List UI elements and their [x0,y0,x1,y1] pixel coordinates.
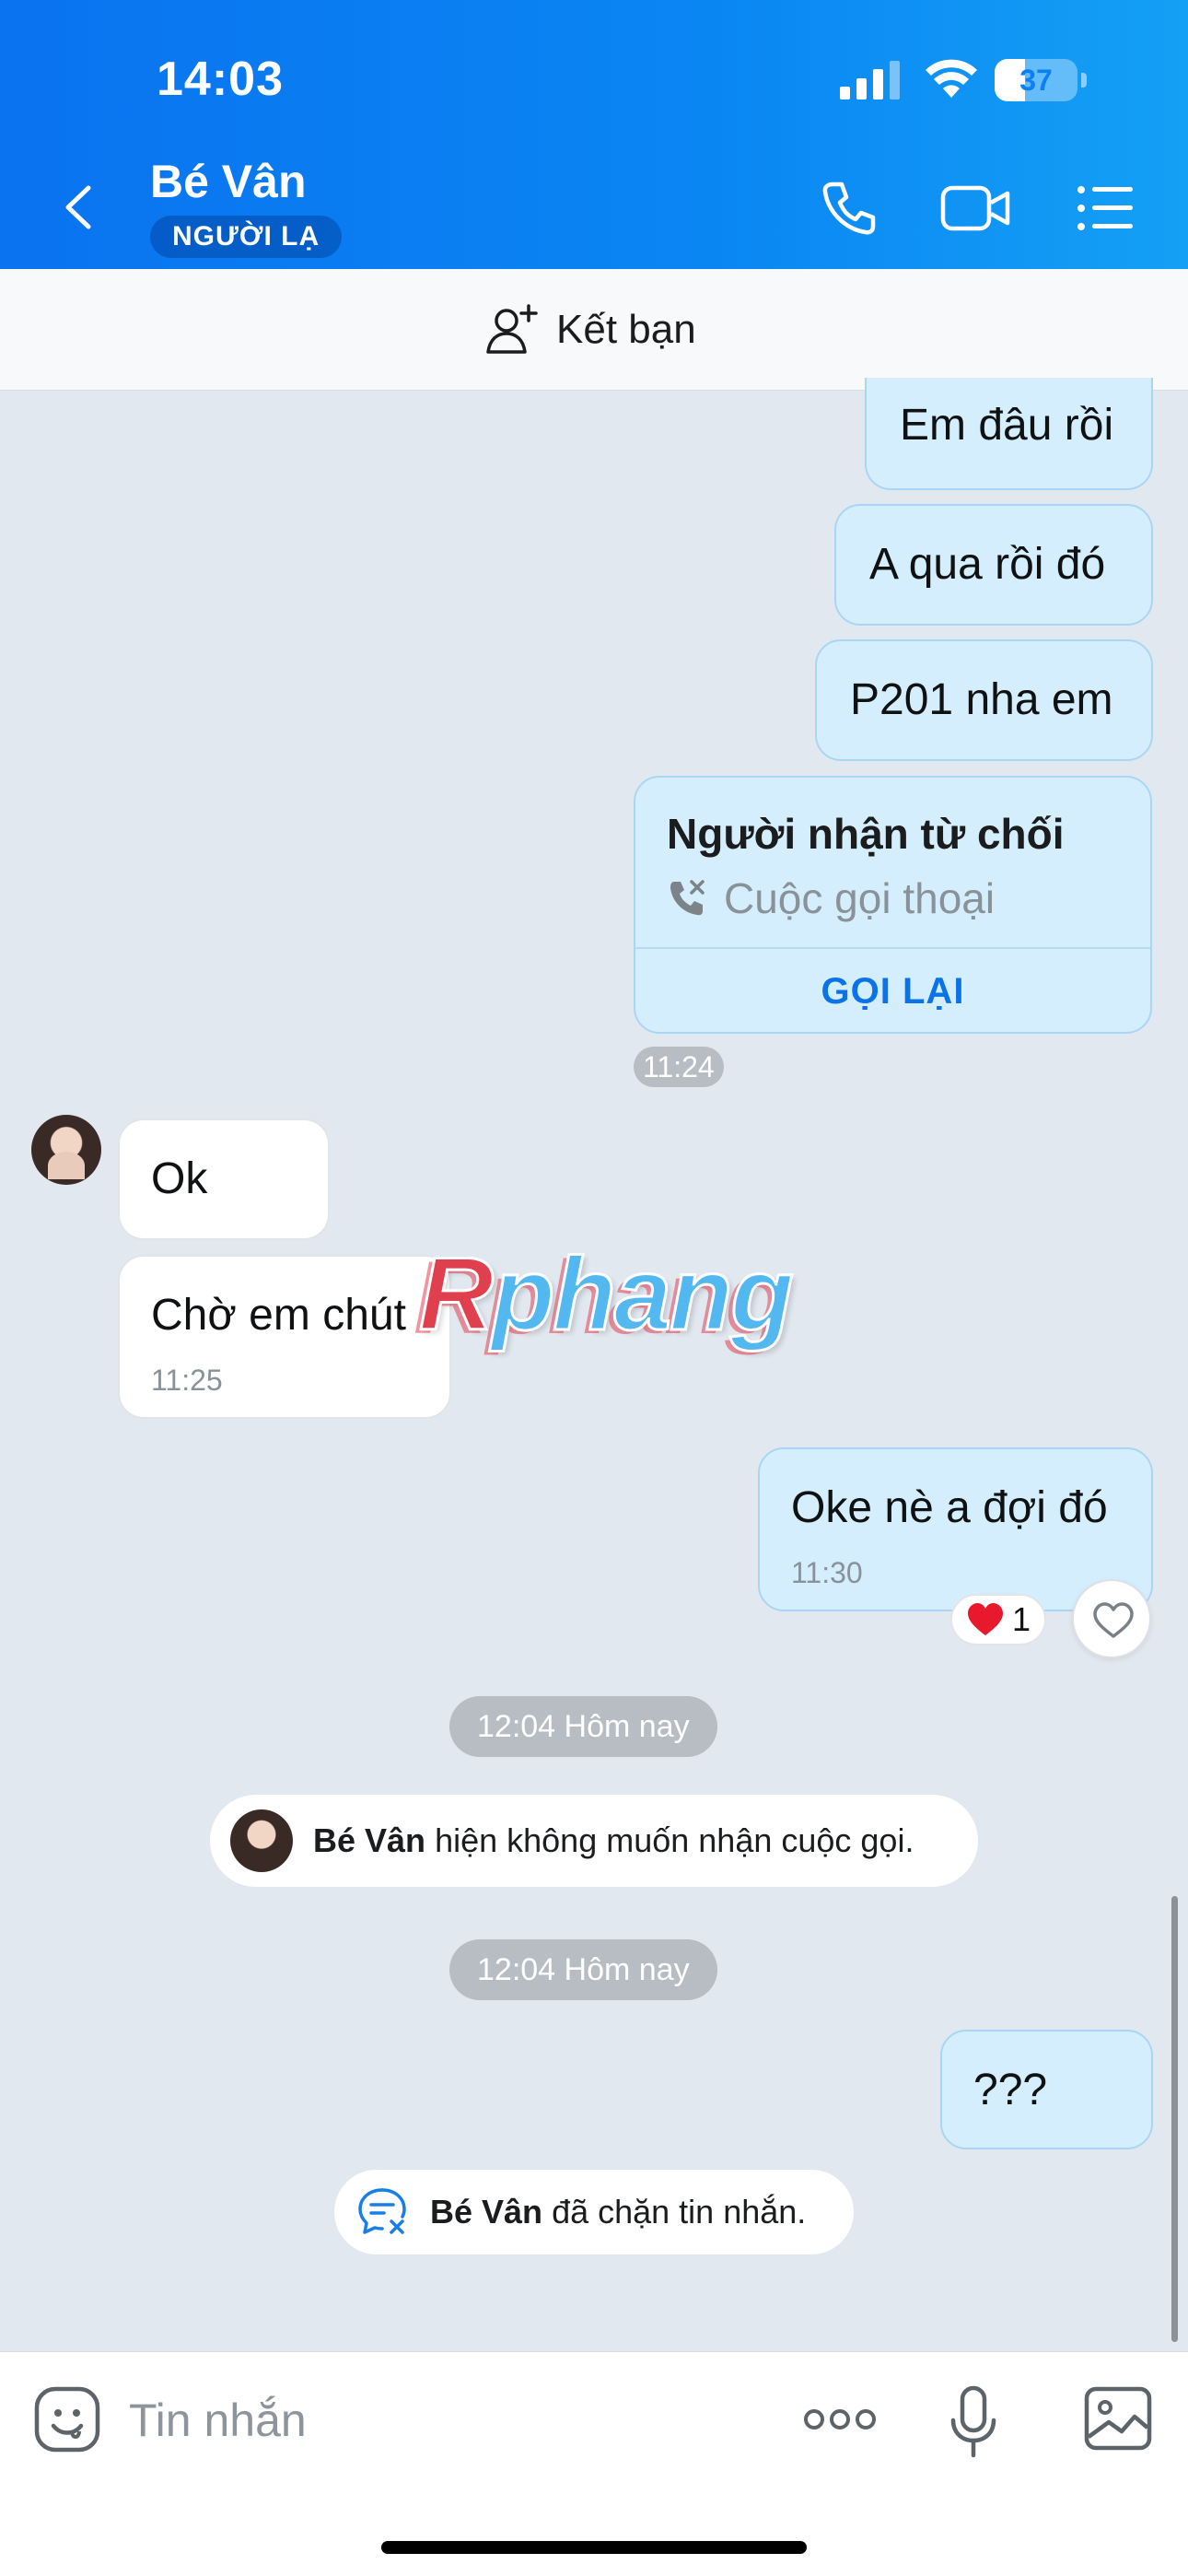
add-friend-label: Kết bạn [556,307,696,352]
react-heart-button[interactable] [1072,1579,1151,1658]
message-text: Ok [151,1154,208,1203]
message-bubble[interactable]: A qua rồi đó [834,504,1153,626]
contact-avatar[interactable] [31,1115,101,1185]
watermark-logo: Rphang [418,1235,796,1353]
notice-text: Bé Vân hiện không muốn nhận cuộc gọi. [313,1821,914,1859]
chat-header: 14:03 37 Bé Vân NGƯỜI LẠ [0,0,1188,269]
message-text: P201 nha em [850,675,1113,724]
message-bubble[interactable]: P201 nha em [815,639,1153,761]
options-menu-button[interactable] [1076,179,1135,238]
contact-avatar-small [230,1809,293,1872]
blocked-message-icon [358,2188,406,2234]
system-notice-blocked: Bé Vân đã chặn tin nhắn. [334,2170,854,2254]
system-notice-calls: Bé Vân hiện không muốn nhận cuộc gọi. [210,1795,978,1887]
notice-text: Bé Vân đã chặn tin nhắn. [430,2193,807,2231]
message-text: Oke nè a đợi đó [791,1483,1108,1532]
image-picker-button[interactable] [1083,2385,1153,2452]
message-time: 11:25 [151,1364,223,1397]
message-text: Em đâu rồi [900,401,1114,450]
timestamp-pill: 11:24 [634,1047,724,1087]
call-back-button[interactable]: GỌI LẠI [635,949,1150,1032]
message-text: Chờ em chút [151,1291,406,1340]
contact-name[interactable]: Bé Vân [150,155,307,208]
scrollbar[interactable] [1171,1896,1178,2342]
battery-indicator: 37 [995,59,1087,103]
home-indicator[interactable] [381,2541,807,2554]
date-separator: 12:04 Hôm nay [449,1696,717,1757]
heart-icon [967,1603,1003,1635]
message-bubble[interactable]: Em đâu rồi [865,378,1153,490]
stranger-badge: NGƯỜI LẠ [150,216,343,258]
wifi-icon [926,59,977,98]
reaction-badge[interactable]: 1 [950,1594,1046,1645]
more-options-button[interactable] [803,2396,877,2442]
back-button[interactable] [55,175,101,240]
message-text: A qua rồi đó [869,540,1106,589]
call-type-row: Cuộc gọi thoại [667,873,995,923]
heart-outline-icon [1093,1602,1134,1638]
declined-call-icon [670,880,705,916]
video-call-button[interactable] [939,179,1011,238]
microphone-button[interactable] [949,2385,998,2459]
add-friend-bar[interactable]: Kết bạn [0,269,1188,391]
message-bubble[interactable]: ??? [940,2030,1153,2149]
add-person-icon [486,304,538,354]
cellular-signal-icon [840,61,900,100]
message-time: 11:30 [791,1556,863,1589]
reaction-count: 1 [1011,1600,1031,1638]
status-time: 14:03 [157,53,284,106]
message-bubble[interactable]: Chờ em chút 11:25 [118,1255,451,1419]
phone-call-button[interactable] [820,179,879,238]
emoji-button[interactable] [33,2385,101,2453]
message-bubble[interactable]: Ok [118,1118,330,1240]
call-type-label: Cuộc gọi thoại [724,874,996,922]
call-status-title: Người nhận từ chối [667,810,1065,858]
add-friend-button[interactable]: Kết bạn [484,302,696,357]
message-input[interactable]: Tin nhắn [129,2383,307,2457]
missed-call-card[interactable]: Người nhận từ chối Cuộc gọi thoại GỌI LẠ… [634,776,1152,1034]
battery-percent: 37 [1019,64,1053,97]
message-text: ??? [973,2066,1048,2114]
date-separator: 12:04 Hôm nay [449,1939,717,2000]
